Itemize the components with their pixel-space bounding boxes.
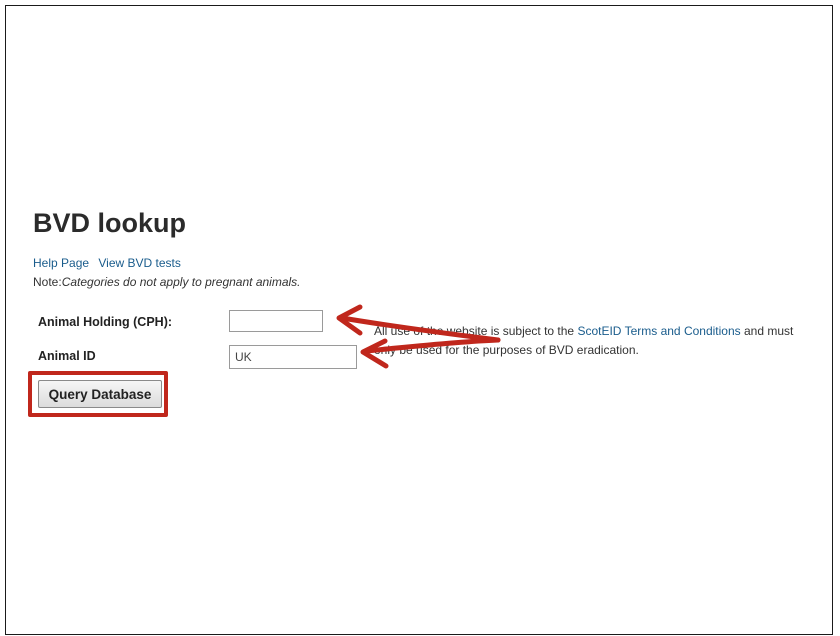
disclaimer-text: All use of the website is subject to the… [374,322,836,360]
note-text: Categories do not apply to pregnant anim… [61,275,301,289]
query-database-button[interactable]: Query Database [38,380,162,408]
animal-holding-input[interactable] [229,310,323,332]
disclaimer-line1: All use of the website is subject to the [374,324,575,338]
page-links: Help Page View BVD tests [33,256,187,270]
disclaimer-line2: only be used for the purposes of BVD era… [374,343,639,357]
animal-holding-label: Animal Holding (CPH): [38,315,173,329]
disclaimer-line1-end: and must [740,324,794,338]
terms-link[interactable]: ScotEID Terms and Conditions [577,324,740,338]
animal-id-label: Animal ID [38,349,96,363]
view-bvd-tests-link[interactable]: View BVD tests [98,256,180,270]
note: Note:Categories do not apply to pregnant… [33,275,301,289]
note-prefix: Note: [33,275,62,289]
page-title: BVD lookup [33,208,186,238]
help-page-link[interactable]: Help Page [33,256,89,270]
animal-id-input[interactable] [229,345,357,369]
